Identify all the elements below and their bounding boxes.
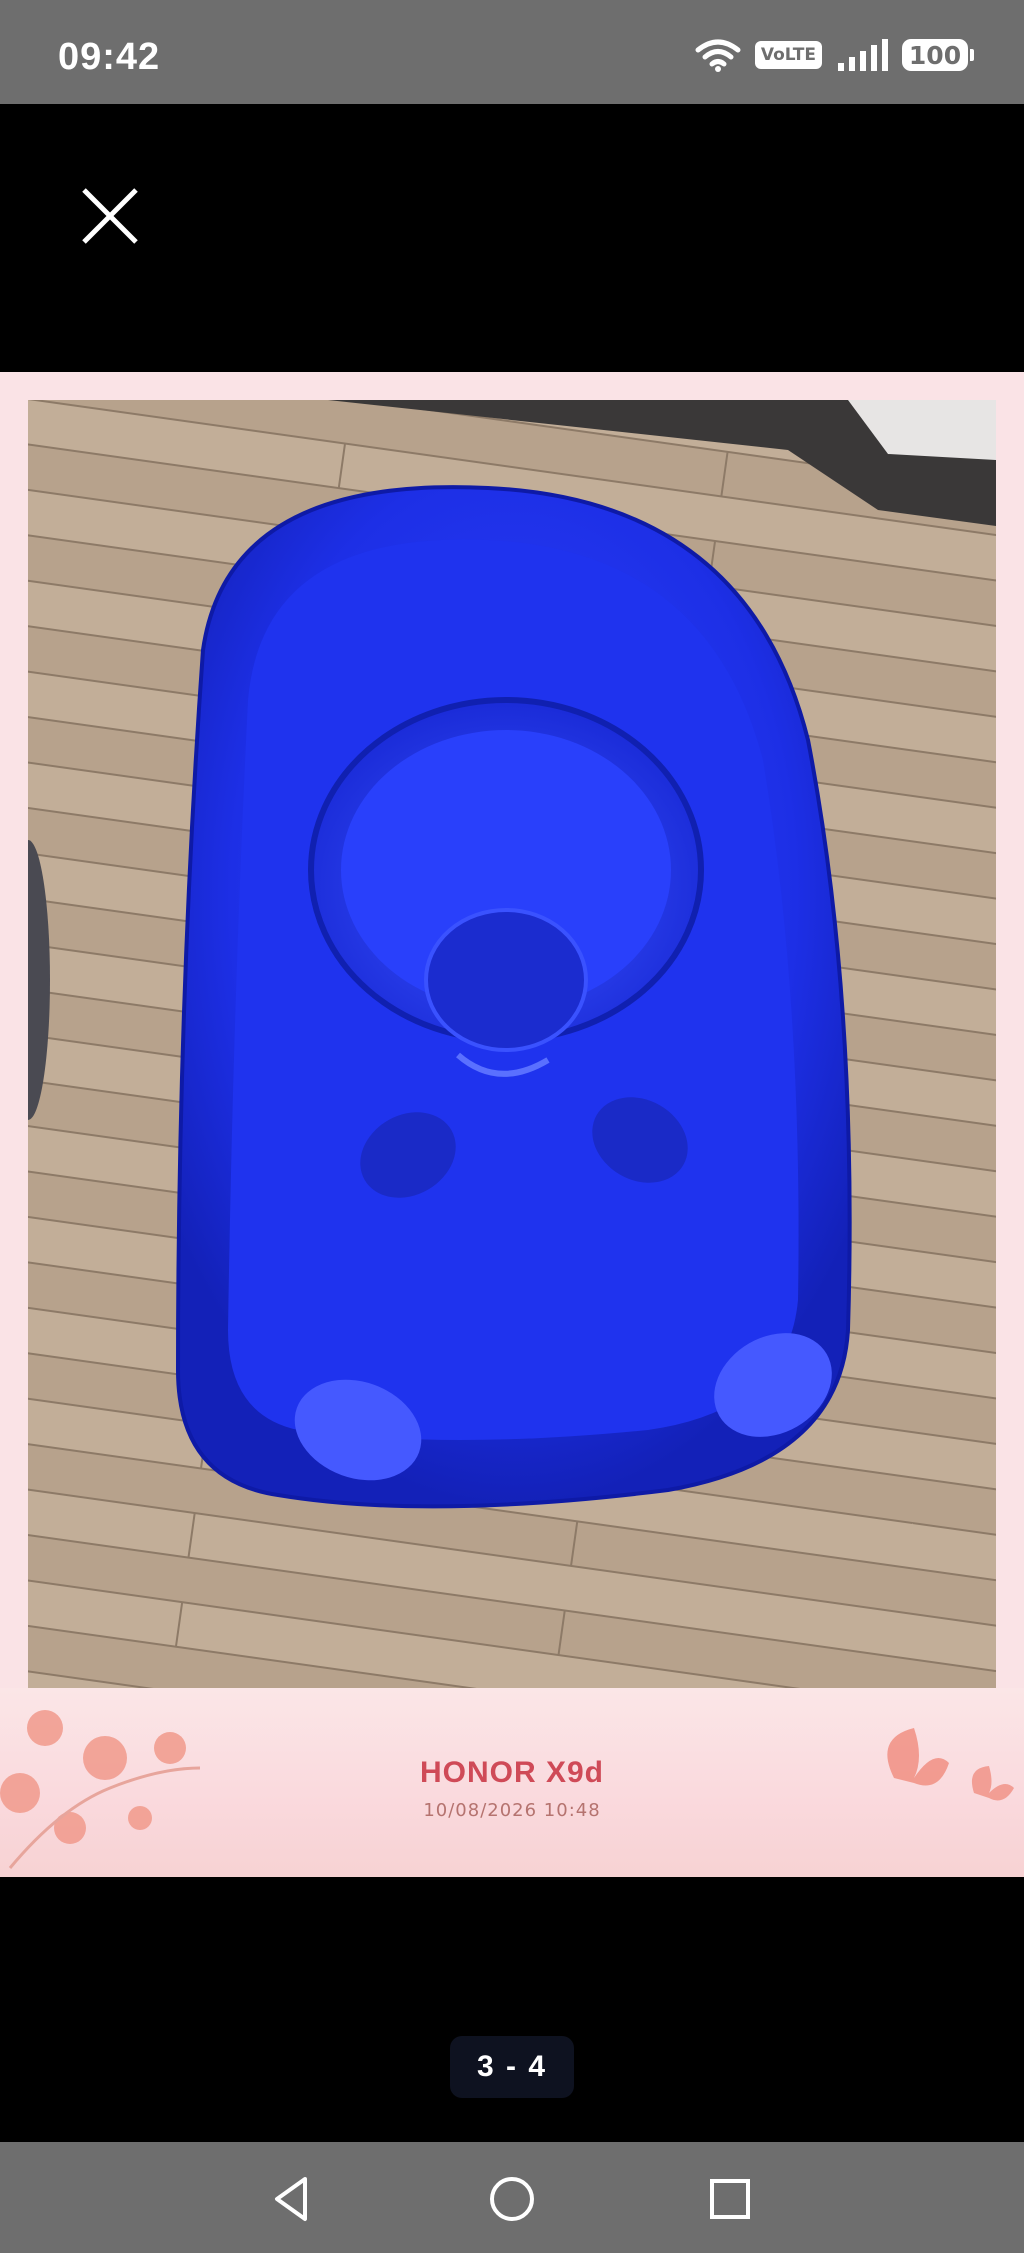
home-icon	[490, 2177, 534, 2221]
watermark-band: HONOR X9d 10/08/2026 10:48	[0, 1688, 1024, 1877]
volte-icon: VoLTE	[754, 41, 822, 69]
recents-button[interactable]	[700, 2169, 760, 2229]
watermark-device-model: HONOR X9d	[419, 1756, 605, 1789]
home-button[interactable]	[482, 2169, 542, 2229]
photo[interactable]	[28, 400, 996, 1688]
status-bar: 09:42 VoLTE 100	[0, 0, 1024, 104]
navigation-bar	[0, 2142, 1024, 2253]
watermark-datetime: 10/08/2026 10:48	[423, 1800, 601, 1821]
wifi-icon	[695, 39, 741, 72]
battery-icon: 100	[902, 39, 974, 71]
status-icons: VoLTE 100	[695, 38, 974, 72]
back-button[interactable]	[263, 2169, 323, 2229]
battery-level: 100	[908, 40, 962, 70]
close-button[interactable]	[70, 176, 150, 256]
page-indicator: 3 - 4	[450, 2036, 574, 2098]
back-icon	[275, 2177, 307, 2221]
status-time: 09:42	[58, 36, 161, 78]
close-icon	[82, 188, 138, 244]
bathtub-photo	[28, 400, 996, 1688]
signal-icon	[838, 39, 888, 71]
photo-frame[interactable]: HONOR X9d 10/08/2026 10:48	[0, 372, 1024, 1877]
recents-icon	[710, 2179, 750, 2219]
